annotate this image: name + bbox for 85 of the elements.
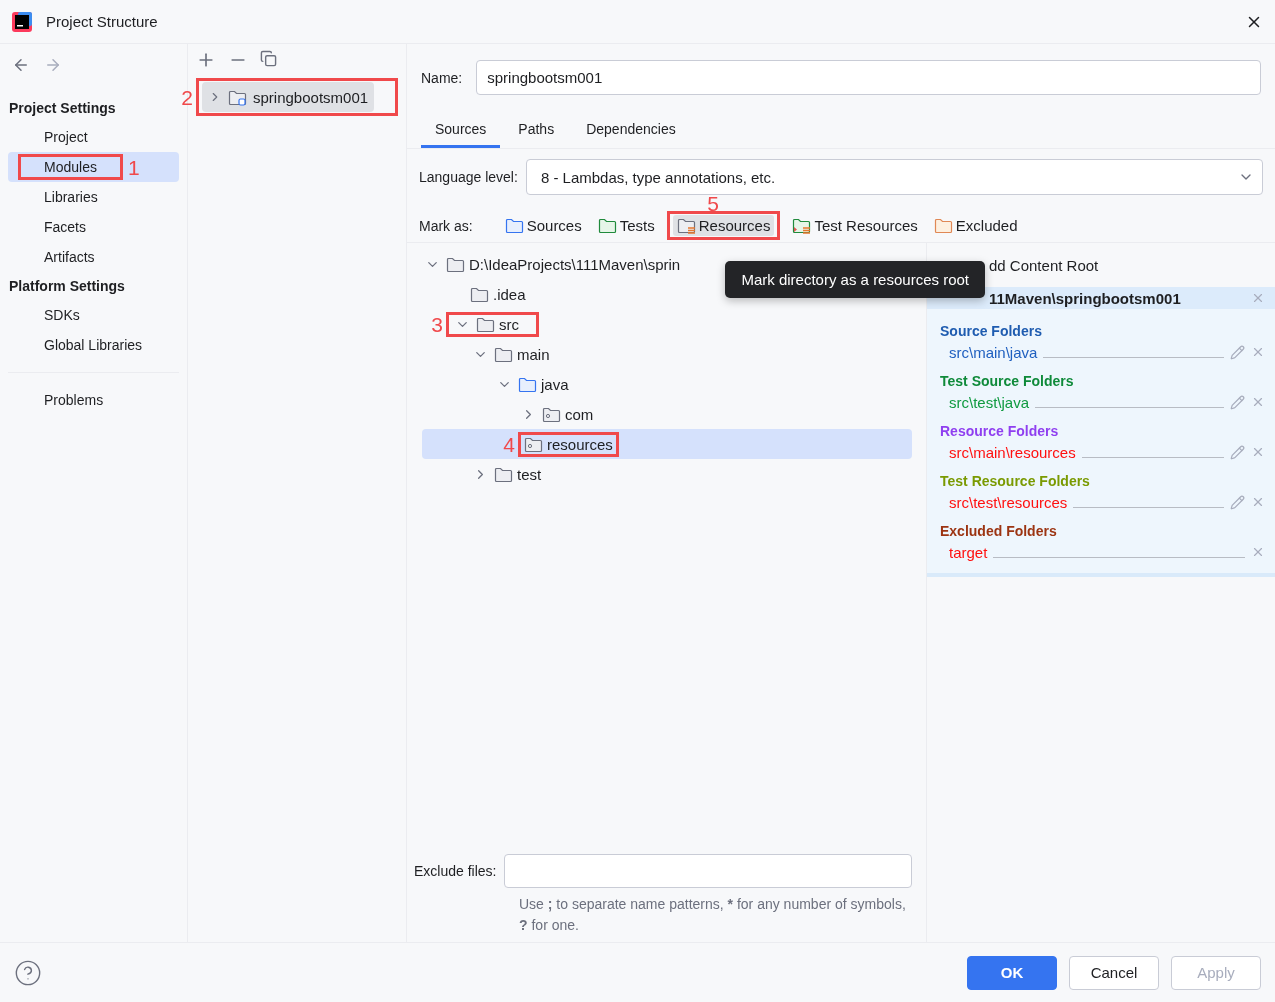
forward-arrow-icon[interactable]: [44, 56, 62, 74]
tree-row[interactable]: 3 src: [422, 309, 912, 339]
language-level-label: Language level:: [419, 169, 518, 185]
tree-row[interactable]: main: [422, 339, 912, 369]
sidebar-item[interactable]: Facets: [8, 212, 179, 242]
sidebar-item[interactable]: Libraries: [8, 182, 179, 212]
mark-as-button[interactable]: Tests: [593, 215, 659, 236]
folder-group-title: Source Folders: [940, 322, 1043, 341]
sidebar-item[interactable]: Project: [8, 122, 179, 152]
tree-item-label: com: [565, 405, 594, 423]
folder-path: src\test\resources: [949, 493, 1068, 511]
folder-icon: [446, 255, 465, 273]
tree-item-label: java: [541, 375, 569, 393]
annotation-number: 3: [431, 313, 443, 335]
mark-as-button[interactable]: Resources: [672, 215, 775, 236]
folder-group-title: Test Resource Folders: [940, 472, 1091, 491]
section-title: Project Settings: [8, 99, 117, 118]
folder-group-title: Excluded Folders: [940, 522, 1058, 541]
tree-row[interactable]: com: [422, 399, 912, 429]
folder-icon: [676, 217, 696, 234]
folder-path: src\main\resources: [949, 443, 1076, 461]
edit-icon[interactable]: [1230, 394, 1245, 410]
sidebar-item[interactable]: SDKs: [8, 300, 179, 330]
exclude-files-label: Exclude files:: [414, 863, 497, 879]
folder-group-title: Resource Folders: [940, 422, 1060, 441]
edit-icon[interactable]: [1230, 444, 1245, 460]
language-level-dropdown[interactable]: 8 - Lambdas, type annotations, etc.: [525, 159, 1263, 195]
help-icon[interactable]: [14, 958, 42, 987]
dialog-button[interactable]: Cancel: [1069, 955, 1159, 990]
annotation-number: 4: [503, 433, 515, 455]
tab[interactable]: Sources: [421, 117, 501, 148]
content-root-path: 11Maven\springbootsm001: [989, 289, 1181, 307]
section-title: Platform Settings: [8, 277, 126, 296]
tree-item-label: D:\IdeaProjects\111Maven\sprin: [469, 255, 681, 273]
module-name: springbootsm001: [253, 88, 369, 106]
mark-as-label: Mark as:: [419, 217, 473, 234]
tree-row[interactable]: java: [422, 369, 912, 399]
folder-icon: [518, 375, 537, 393]
annotation-number: 5: [707, 193, 719, 214]
window-title: Project Structure: [46, 13, 159, 30]
mark-as-button[interactable]: Excluded: [929, 215, 1022, 236]
module-row[interactable]: springbootsm001: [202, 82, 375, 112]
tree-item-label: .idea: [493, 285, 526, 303]
selected-tree-row[interactable]: 4 resources: [422, 429, 912, 459]
tooltip: Mark directory as a resources root: [725, 261, 985, 298]
folder-icon: [597, 217, 617, 234]
folder-icon: [494, 345, 513, 363]
sidebar-item[interactable]: Problems: [8, 385, 179, 415]
tree-item-label: src: [499, 315, 519, 333]
add-content-root-link[interactable]: dd Content Root: [989, 256, 1099, 274]
annotation-number: 2: [181, 86, 193, 108]
ok-button[interactable]: OK: [967, 955, 1057, 990]
tab[interactable]: Dependencies: [572, 117, 690, 148]
folder-path: src\main\java: [949, 343, 1038, 361]
sidebar-item[interactable]: Global Libraries: [8, 330, 179, 360]
mark-as-button[interactable]: Test Resources: [788, 215, 922, 236]
tree-item-label: test: [517, 465, 542, 483]
name-field[interactable]: springbootsm001: [476, 60, 1261, 95]
folder-icon: [504, 217, 524, 234]
sidebar-item[interactable]: Artifacts: [8, 242, 179, 272]
hint-text: Use ; to separate name patterns, * for any number of symbols, ? for one.: [518, 895, 907, 935]
tab[interactable]: Paths: [504, 117, 569, 148]
mark-as-button[interactable]: Sources: [500, 215, 586, 236]
app-logo-icon: [12, 11, 32, 32]
tree-item-label: resources: [547, 435, 613, 453]
edit-icon[interactable]: [1230, 494, 1245, 510]
folder-icon: [933, 217, 953, 234]
folder-icon: [228, 88, 247, 106]
package-folder-icon: [524, 435, 543, 453]
copy-icon[interactable]: [260, 50, 277, 67]
sidebar-item[interactable]: Modules 1: [8, 152, 179, 182]
folder-icon: [792, 217, 812, 234]
annotation-number: 1: [127, 156, 140, 178]
folder-path: src\test\java: [949, 393, 1030, 411]
tree-item-label: main: [517, 345, 550, 363]
folder-icon: [470, 285, 489, 303]
folder-icon: [476, 315, 495, 333]
folder-group-title: Test Source Folders: [940, 372, 1075, 391]
exclude-files-field[interactable]: [504, 854, 912, 888]
edit-icon[interactable]: [1230, 344, 1245, 360]
package-folder-icon: [542, 405, 561, 423]
folder-icon: [494, 465, 513, 483]
name-label: Name:: [421, 69, 463, 86]
folder-path: target: [949, 543, 988, 561]
tree-row[interactable]: test: [422, 459, 912, 489]
